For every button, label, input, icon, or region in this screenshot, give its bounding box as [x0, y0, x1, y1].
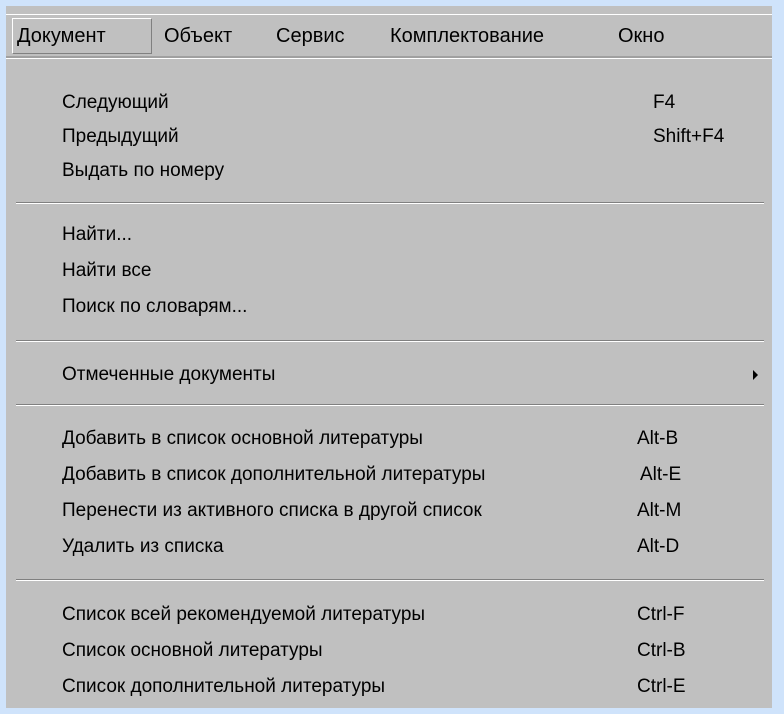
menu-item-label: Удалить из списка — [62, 536, 224, 557]
menu-separator — [16, 340, 764, 342]
submenu-arrow-icon — [753, 370, 758, 380]
menu-item-remove-from-list[interactable]: Удалить из списка Alt-D — [6, 530, 772, 564]
menu-item-shortcut: Ctrl-B — [637, 640, 686, 661]
menu-item-shortcut: Alt-B — [637, 428, 679, 449]
menu-item-label: Следующий — [62, 92, 169, 113]
menu-item-shortcut: Ctrl-F — [637, 604, 685, 625]
menu-item-shortcut: Shift+F4 — [653, 126, 725, 147]
menu-item-label: Добавить в список дополнительной литерат… — [62, 464, 486, 485]
menu-item-label: Выдать по номеру — [62, 160, 225, 181]
menu-item-shortcut: Alt-M — [637, 500, 682, 521]
menu-item-label: Добавить в список основной литературы — [62, 428, 423, 449]
menu-item-label: Найти... — [62, 224, 133, 245]
menu-item-shortcut: F4 — [653, 92, 676, 113]
menu-item-label: Предыдущий — [62, 126, 179, 147]
menu-separator — [16, 579, 764, 581]
menu-item-label: Отмеченные документы — [62, 364, 276, 385]
menu-item-marked-documents[interactable]: Отмеченные документы — [6, 358, 772, 392]
menu-service[interactable]: Сервис — [276, 19, 345, 53]
menu-item-shortcut: Ctrl-E — [637, 676, 686, 697]
menu-separator — [16, 202, 764, 204]
menu-item-main-literature-list[interactable]: Список основной литературы Ctrl-B — [6, 634, 772, 668]
menu-item-shortcut: Alt-D — [637, 536, 680, 557]
menu-window[interactable]: Окно — [618, 19, 664, 53]
menu-separator — [16, 404, 764, 406]
menu-item-label: Список всей рекомендуемой литературы — [62, 604, 426, 625]
menu-item-label: Список основной литературы — [62, 640, 323, 661]
menu-acquisition[interactable]: Комплектование — [390, 19, 544, 53]
menu-bar: Документ Объект Сервис Комплектование Ок… — [6, 14, 772, 57]
menu-document[interactable]: Документ — [12, 18, 152, 54]
menu-item-issue-by-number[interactable]: Выдать по номеру — [6, 154, 772, 188]
menu-item-add-additional-list[interactable]: Добавить в список дополнительной литерат… — [6, 458, 772, 492]
menu-item-add-main-list[interactable]: Добавить в список основной литературы Al… — [6, 422, 772, 456]
menu-item-search-dictionaries[interactable]: Поиск по словарям... — [6, 290, 772, 324]
menu-item-additional-literature-list[interactable]: Список дополнительной литературы Ctrl-E — [6, 670, 772, 704]
menu-item-label: Список дополнительной литературы — [62, 676, 386, 697]
menu-object[interactable]: Объект — [164, 19, 232, 53]
menu-item-shortcut: Alt-E — [640, 464, 682, 485]
menu-item-find-all[interactable]: Найти все — [6, 254, 772, 288]
menu-item-previous[interactable]: Предыдущий Shift+F4 — [6, 120, 772, 154]
menu-item-find[interactable]: Найти... — [6, 218, 772, 252]
menu-item-move-to-other-list[interactable]: Перенести из активного списка в другой с… — [6, 494, 772, 528]
menu-item-next[interactable]: Следующий F4 — [6, 86, 772, 120]
menu-item-all-recommended-list[interactable]: Список всей рекомендуемой литературы Ctr… — [6, 598, 772, 632]
application-window: Документ Объект Сервис Комплектование Ок… — [6, 6, 772, 708]
menu-item-label: Перенести из активного списка в другой с… — [62, 500, 482, 521]
document-dropdown-menu: Следующий F4 Предыдущий Shift+F4 Выдать … — [6, 56, 772, 708]
menu-item-label: Поиск по словарям... — [62, 296, 248, 317]
menu-item-label: Найти все — [62, 260, 152, 281]
